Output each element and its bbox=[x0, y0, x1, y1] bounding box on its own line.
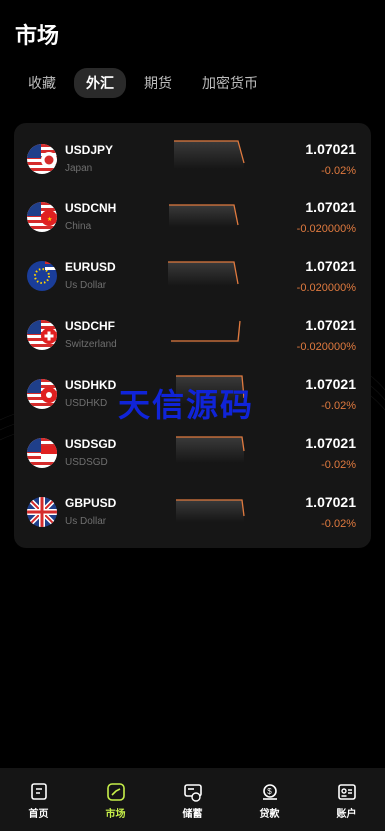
row-symbol: USDSGD bbox=[65, 437, 117, 451]
market-tabs: 收藏 外汇 期货 加密货币 bbox=[16, 68, 276, 98]
row-symbol: USDCNH bbox=[65, 201, 117, 215]
sparkline bbox=[171, 320, 241, 345]
row-subtitle: USDHKD bbox=[65, 398, 108, 409]
row-price: 1.07021 bbox=[305, 258, 356, 274]
account-icon bbox=[337, 784, 356, 800]
sparkline bbox=[174, 140, 245, 169]
svg-text:$: $ bbox=[267, 787, 272, 796]
usd-hkd-flag-icon bbox=[27, 379, 57, 409]
row-subtitle: USDSGD bbox=[65, 457, 108, 468]
nav-label: 贷款 bbox=[259, 809, 280, 820]
nav-label: 首页 bbox=[28, 809, 49, 820]
market-row[interactable]: USDSGD USDSGD 1.07021 -0.02% bbox=[14, 421, 371, 479]
row-subtitle: China bbox=[65, 221, 92, 232]
nav-item-account[interactable]: 账户 bbox=[317, 782, 377, 820]
usd-jpy-flag-icon bbox=[27, 144, 57, 174]
market-row[interactable]: EURUSD Us Dollar 1.07021 -0.020000% bbox=[14, 244, 371, 302]
row-symbol: GBPUSD bbox=[65, 496, 117, 510]
page-title: 市场 bbox=[15, 23, 60, 48]
row-change: -0.02% bbox=[321, 459, 356, 471]
row-price: 1.07021 bbox=[305, 199, 356, 215]
watermark: 天信源码 bbox=[118, 387, 255, 423]
market-list-card: USDJPY Japan 1.07021 -0.02% ★ USDCNH Chi… bbox=[14, 123, 371, 548]
row-change: -0.02% bbox=[321, 400, 356, 412]
sparkline bbox=[169, 204, 239, 227]
row-change: -0.02% bbox=[321, 165, 356, 177]
market-row[interactable]: USDCHF Switzerland 1.07021 -0.020000% bbox=[14, 303, 371, 361]
market-icon bbox=[106, 783, 125, 801]
row-subtitle: Japan bbox=[65, 163, 93, 174]
nav-label: 账户 bbox=[336, 809, 357, 820]
tab-favorites[interactable]: 收藏 bbox=[16, 68, 68, 98]
row-subtitle: Us Dollar bbox=[65, 280, 107, 291]
nav-item-home[interactable]: 首页 bbox=[9, 782, 69, 820]
row-change: -0.020000% bbox=[296, 282, 356, 294]
tab-futures[interactable]: 期货 bbox=[132, 68, 184, 98]
loan-icon: $ bbox=[262, 784, 277, 800]
row-price: 1.07021 bbox=[305, 141, 356, 157]
row-symbol: EURUSD bbox=[65, 260, 116, 274]
home-icon bbox=[30, 783, 47, 800]
sparkline bbox=[168, 261, 239, 286]
sparkline bbox=[176, 436, 245, 463]
bottom-nav: 首页 市场 储蓄 $ 贷款 账户 bbox=[0, 768, 385, 831]
svg-text:★: ★ bbox=[47, 216, 52, 223]
nav-label: 市场 bbox=[105, 809, 126, 820]
gbp-usd-flag-icon bbox=[27, 497, 57, 527]
row-symbol: USDJPY bbox=[65, 143, 114, 157]
row-price: 1.07021 bbox=[305, 494, 356, 510]
row-subtitle: Switzerland bbox=[65, 339, 117, 350]
market-row[interactable]: ★ USDCNH China 1.07021 -0.020000% bbox=[14, 185, 371, 243]
tab-crypto[interactable]: 加密货币 bbox=[190, 68, 270, 98]
row-symbol: USDHKD bbox=[65, 378, 117, 392]
nav-item-savings[interactable]: 储蓄 bbox=[163, 782, 223, 820]
row-change: -0.020000% bbox=[296, 341, 356, 353]
nav-item-loan[interactable]: $ 贷款 bbox=[240, 782, 300, 820]
row-change: -0.02% bbox=[321, 518, 356, 530]
row-price: 1.07021 bbox=[305, 376, 356, 392]
savings-icon bbox=[183, 784, 202, 802]
nav-label: 储蓄 bbox=[182, 809, 203, 820]
usd-cnh-flag-icon: ★ bbox=[27, 202, 57, 232]
usd-chf-flag-icon bbox=[27, 320, 57, 350]
market-row[interactable]: USDJPY Japan 1.07021 -0.02% bbox=[14, 127, 371, 185]
market-row[interactable]: GBPUSD Us Dollar 1.07021 -0.02% bbox=[14, 480, 371, 538]
row-price: 1.07021 bbox=[305, 317, 356, 333]
row-change: -0.020000% bbox=[296, 223, 356, 235]
row-price: 1.07021 bbox=[305, 435, 356, 451]
eur-usd-flag-icon bbox=[27, 261, 57, 291]
row-subtitle: Us Dollar bbox=[65, 516, 107, 527]
tab-forex[interactable]: 外汇 bbox=[74, 68, 126, 98]
sparkline bbox=[176, 499, 245, 522]
usd-sgd-flag-icon bbox=[27, 438, 57, 468]
nav-item-market[interactable]: 市场 bbox=[86, 782, 146, 820]
row-symbol: USDCHF bbox=[65, 319, 115, 333]
